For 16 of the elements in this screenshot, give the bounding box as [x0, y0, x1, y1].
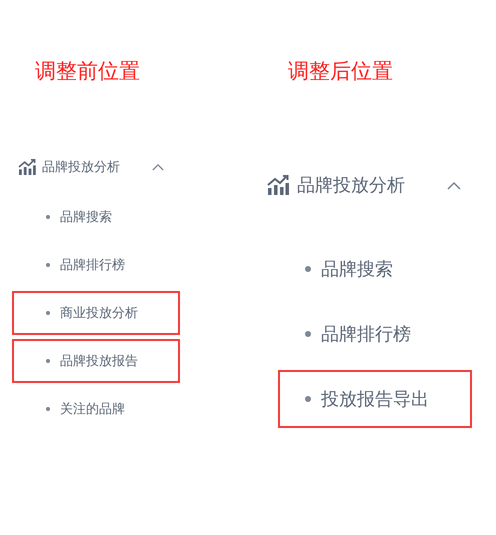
menu-item[interactable]: 投放报告导出: [278, 370, 472, 428]
chart-icon: [18, 159, 36, 175]
menu-label[interactable]: 品牌投放分析: [42, 158, 120, 176]
chart-icon: [267, 175, 289, 195]
menu-item[interactable]: 品牌搜索: [278, 240, 472, 298]
panel-title: 调整前位置: [35, 58, 141, 85]
menu-item[interactable]: 品牌排行榜: [12, 243, 180, 287]
caret-icon[interactable]: [447, 180, 461, 190]
menu-item[interactable]: 品牌投放报告: [12, 339, 180, 383]
panel-title: 调整后位置: [288, 58, 394, 85]
menu-label[interactable]: 品牌投放分析: [297, 173, 405, 197]
menu-item[interactable]: 品牌排行榜: [278, 304, 472, 362]
menu-item[interactable]: 品牌搜索: [12, 195, 180, 239]
caret-icon[interactable]: [152, 163, 164, 171]
menu-item[interactable]: 关注的品牌: [12, 387, 180, 431]
menu-item[interactable]: 商业投放分析: [12, 291, 180, 335]
